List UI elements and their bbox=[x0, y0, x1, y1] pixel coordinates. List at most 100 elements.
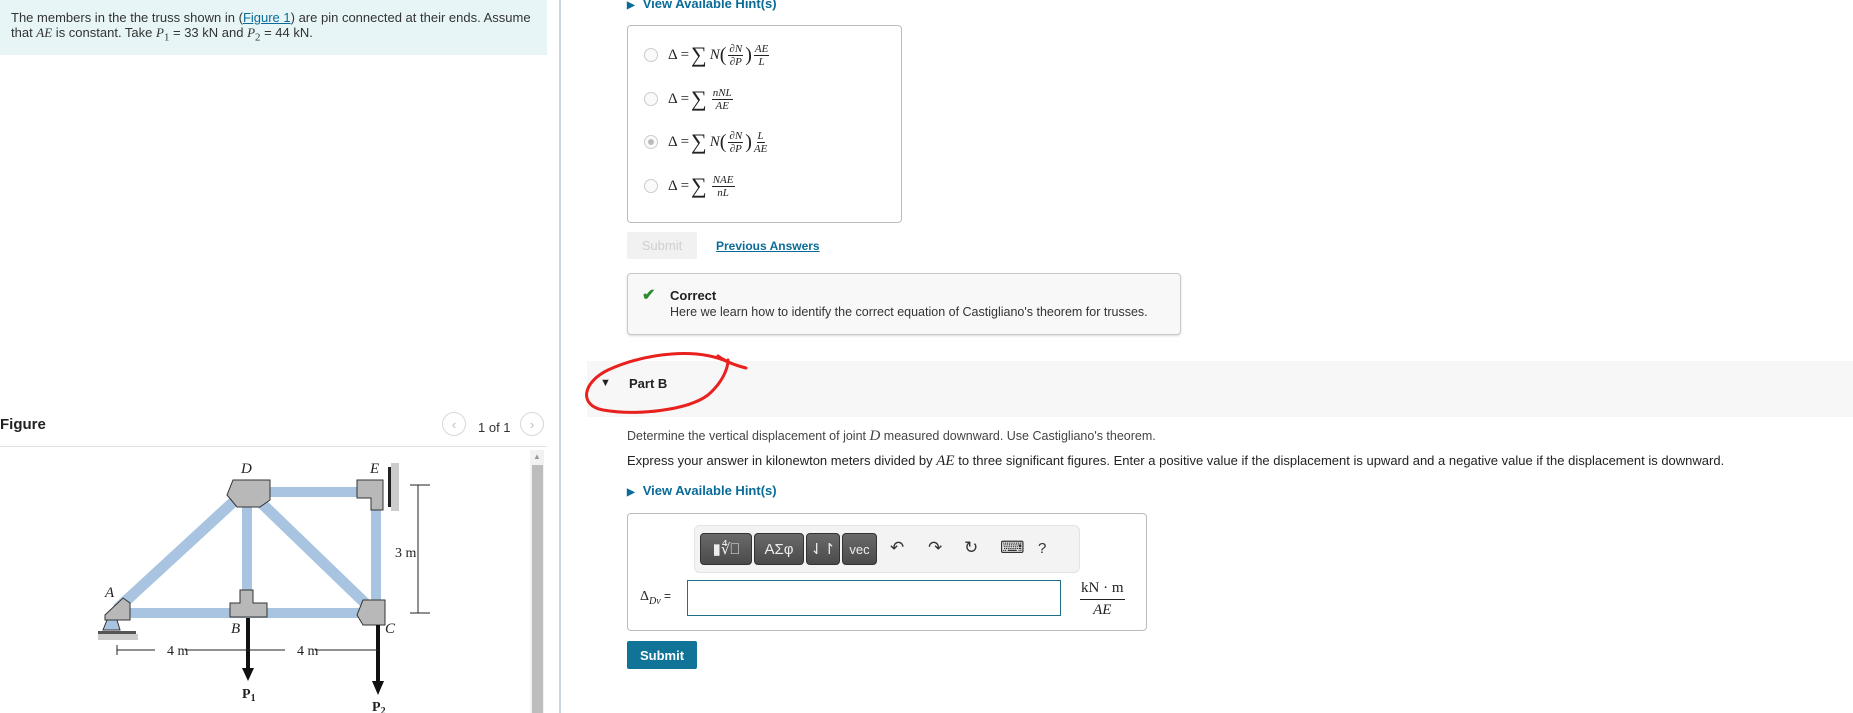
eq-frac: NAE nL bbox=[711, 173, 735, 199]
gusset-c bbox=[356, 599, 386, 626]
label-dim-4m-1: 4 m bbox=[167, 644, 189, 659]
instruction-text: Express your answer in kilonewton meters… bbox=[627, 453, 937, 468]
label-b: B bbox=[231, 621, 240, 637]
templates-button[interactable]: ▮∜⎕ bbox=[700, 533, 752, 565]
eq-term: N bbox=[709, 133, 720, 150]
eq-frac: L AE bbox=[754, 130, 767, 155]
eq-frac: nNL AE bbox=[711, 87, 733, 112]
chevron-left-icon: ‹ bbox=[451, 416, 457, 432]
reset-icon[interactable]: ↻ bbox=[964, 538, 978, 558]
chevron-right-icon: › bbox=[529, 416, 535, 432]
previous-answers-link[interactable]: Previous Answers bbox=[716, 239, 820, 253]
instruction-text-2: to three significant figures. Enter a po… bbox=[954, 453, 1725, 468]
figure-scroll-thumb[interactable] bbox=[532, 465, 543, 713]
frac-den: L bbox=[758, 55, 765, 68]
part-a-hints-link[interactable]: ▶ View Available Hint(s) bbox=[627, 0, 777, 11]
choice-4[interactable]: Δ = ∑ NAE nL bbox=[644, 173, 737, 199]
sigma-symbol: ∑ bbox=[691, 129, 707, 154]
eq-frac: AE L bbox=[753, 43, 770, 68]
frac-num: L bbox=[756, 129, 765, 143]
part-b-submit-button[interactable]: Submit bbox=[627, 641, 697, 669]
units-denominator: AE bbox=[1093, 602, 1112, 618]
part-a-choices: Δ = ∑ N(∂N ∂P) AE L Δ = ∑ nNL AE Δ = ∑ N(∂N ∂P) L AE … bbox=[627, 25, 902, 223]
choice-4-equation: Δ = ∑ NAE nL bbox=[668, 173, 737, 199]
part-b-hints-link[interactable]: ▶ View Available Hint(s) bbox=[627, 483, 777, 498]
sigma-symbol: ∑ bbox=[691, 173, 707, 198]
part-a-hints-label: View Available Hint(s) bbox=[642, 0, 777, 11]
wall-shade bbox=[391, 463, 399, 511]
deriv-num: ∂N bbox=[728, 42, 744, 56]
choice-1[interactable]: Δ = ∑ N(∂N ∂P) AE L bbox=[644, 42, 771, 68]
choice-4-radio[interactable] bbox=[644, 179, 658, 193]
templates-icon: ▮∜⎕ bbox=[712, 541, 740, 558]
redo-icon[interactable]: ↷ bbox=[928, 538, 942, 558]
p1-value: = 33 kN and bbox=[169, 25, 248, 40]
frac-num: NAE bbox=[711, 173, 735, 187]
part-a-submit-button-disabled: Submit bbox=[627, 232, 697, 259]
choice-1-equation: Δ = ∑ N(∂N ∂P) AE L bbox=[668, 42, 770, 68]
math-toolbar: ▮∜⎕ ΑΣφ ⇃↾ vec ↶ ↷ ↻ ⌨ ? bbox=[694, 525, 1080, 573]
choice-2[interactable]: Δ = ∑ nNL AE bbox=[644, 86, 735, 112]
answer-box: ▮∜⎕ ΑΣφ ⇃↾ vec ↶ ↷ ↻ ⌨ ? ΔDv = kN · m AE bbox=[627, 513, 1147, 631]
scroll-up-icon[interactable]: ▲ bbox=[530, 451, 544, 463]
figure-next-button[interactable]: › bbox=[520, 412, 544, 436]
keyboard-icon[interactable]: ⌨ bbox=[1000, 538, 1025, 558]
vec-button[interactable]: vec bbox=[842, 533, 877, 565]
eq-lhs: Δ = bbox=[668, 46, 690, 63]
ae-var: AE bbox=[936, 453, 955, 469]
joint-var: D bbox=[869, 428, 881, 444]
eq-deriv: ∂N ∂P bbox=[728, 42, 744, 68]
figure-link[interactable]: Figure 1 bbox=[243, 10, 291, 25]
figure-prev-button[interactable]: ‹ bbox=[442, 412, 466, 436]
ground-shade bbox=[98, 634, 138, 640]
gusset-d bbox=[226, 479, 271, 508]
caret-right-icon: ▶ bbox=[627, 487, 635, 498]
label-p2-sub: 2 bbox=[381, 706, 386, 713]
part-b-header[interactable] bbox=[587, 361, 1853, 417]
choice-1-radio[interactable] bbox=[644, 48, 658, 62]
p2-var: P bbox=[247, 25, 256, 40]
part-b-instruction: Express your answer in kilonewton meters… bbox=[627, 453, 1724, 470]
arrows-button[interactable]: ⇃↾ bbox=[806, 533, 840, 565]
figure-pager-count: 1 of 1 bbox=[478, 420, 511, 435]
truss-figure: D E A B C 3 m 4 m 4 m P1 P2 bbox=[98, 461, 430, 713]
frac-den: AE bbox=[715, 99, 729, 112]
p2-value: = 44 kN. bbox=[260, 25, 313, 40]
label-d: D bbox=[240, 461, 252, 477]
gusset-e bbox=[356, 479, 384, 511]
label-p2: P2 bbox=[372, 700, 386, 713]
label-dim-4m-2: 4 m bbox=[297, 644, 319, 659]
label-a: A bbox=[104, 585, 115, 601]
question-text-2: measured downward. Use Castigliano's the… bbox=[880, 429, 1156, 443]
equals-sign: = bbox=[660, 589, 672, 603]
pane-divider[interactable] bbox=[559, 0, 561, 713]
figure-divider bbox=[0, 446, 547, 447]
sigma-symbol: ∑ bbox=[691, 86, 707, 111]
feedback-correct: ✔ Correct Here we learn how to identify … bbox=[627, 273, 1181, 335]
choice-2-equation: Δ = ∑ nNL AE bbox=[668, 86, 735, 112]
deriv-num: ∂N bbox=[728, 129, 744, 143]
eq-lhs: Δ = bbox=[668, 133, 690, 150]
answer-label: ΔDv = bbox=[640, 589, 671, 607]
sigma-symbol: ∑ bbox=[691, 42, 707, 67]
load-p1-head bbox=[242, 668, 254, 681]
label-c: C bbox=[385, 621, 396, 637]
caret-right-icon: ▶ bbox=[627, 0, 635, 11]
load-p2-head bbox=[372, 681, 384, 695]
answer-input[interactable] bbox=[687, 580, 1061, 616]
feedback-title: Correct bbox=[670, 288, 717, 303]
arrows-icon: ⇃↾ bbox=[810, 541, 836, 558]
help-icon[interactable]: ? bbox=[1038, 540, 1046, 557]
label-p1: P1 bbox=[242, 687, 256, 704]
pin-support-a bbox=[102, 619, 121, 631]
undo-icon[interactable]: ↶ bbox=[890, 538, 904, 558]
member-ad bbox=[113, 488, 247, 614]
choice-2-radio[interactable] bbox=[644, 92, 658, 106]
gusset-b bbox=[229, 589, 268, 618]
choice-3[interactable]: Δ = ∑ N(∂N ∂P) L AE bbox=[644, 129, 769, 155]
ae-var: AE bbox=[36, 25, 53, 40]
choice-3-radio-selected[interactable] bbox=[644, 135, 658, 149]
feedback-text: Here we learn how to identify the correc… bbox=[670, 305, 1148, 319]
intro-text-2: ) are pin connected at their ends. Assum… bbox=[290, 10, 531, 25]
greek-button[interactable]: ΑΣφ bbox=[754, 533, 804, 565]
